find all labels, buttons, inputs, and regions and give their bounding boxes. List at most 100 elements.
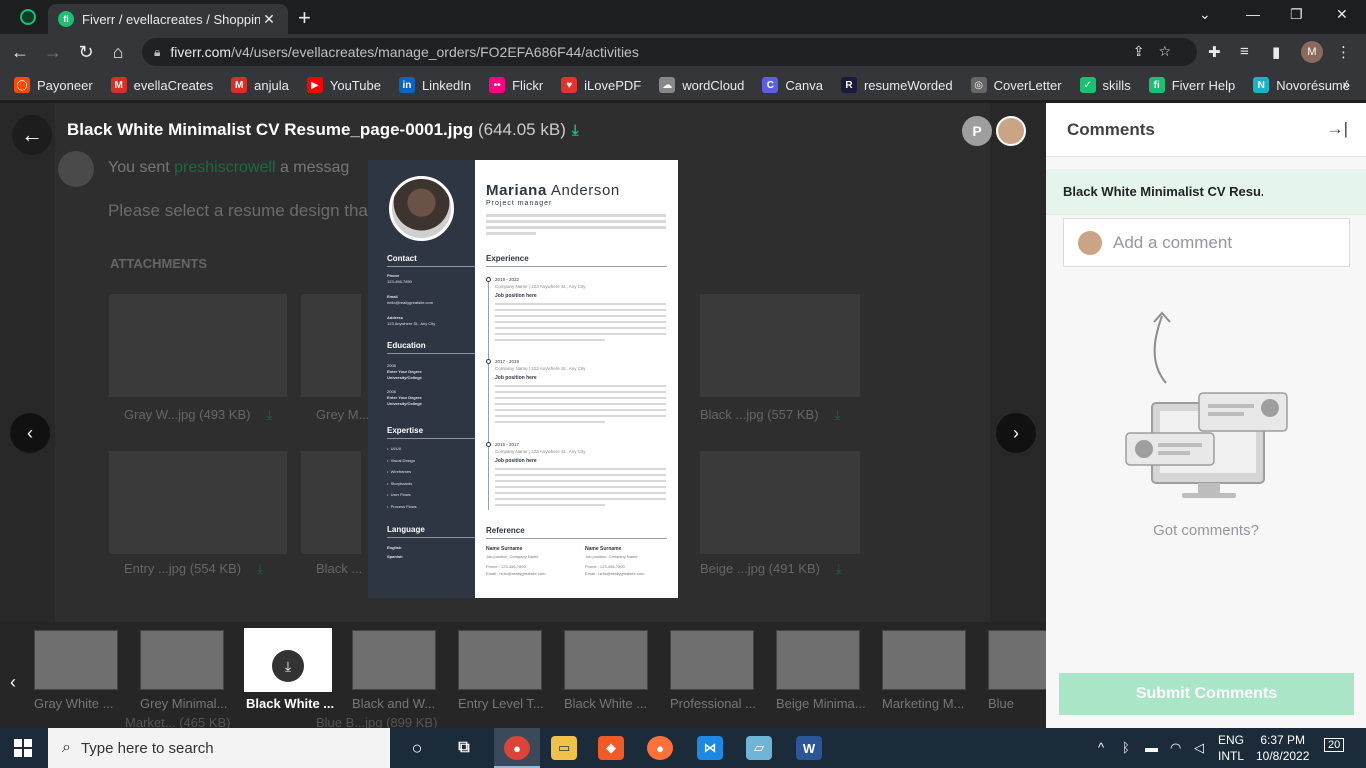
volume-icon[interactable]: ◁	[1194, 740, 1204, 756]
chrome-icon[interactable]: ●	[504, 736, 530, 760]
bookmark-item[interactable]: C Canva	[762, 77, 823, 93]
download-icon[interactable]: ⤓	[266, 407, 272, 422]
windows-start-icon[interactable]	[14, 739, 32, 757]
menu-kebab-icon[interactable]: ⋮	[1336, 43, 1351, 61]
thumbnail-label[interactable]: Gray White ...	[34, 696, 130, 711]
thumbnail-image[interactable]	[352, 630, 436, 690]
bookmark-item[interactable]: ▶ YouTube	[306, 77, 381, 93]
canva-icon: C	[762, 77, 779, 93]
bookmark-item[interactable]: ☁ wordCloud	[659, 77, 744, 93]
thumbnail-label[interactable]: Entry Level T...	[458, 696, 554, 711]
cortana-icon[interactable]: ○	[404, 736, 430, 760]
comments-file-tab[interactable]: Black White Minimalist CV Resu...	[1046, 169, 1366, 215]
download-icon[interactable]: ⤓	[572, 122, 579, 139]
resume-education-heading: Education	[387, 341, 426, 350]
resume-ref-phone: Phone : 123-456-7890	[486, 564, 526, 569]
share-icon[interactable]: ⇪	[1133, 43, 1159, 59]
attachment-card[interactable]	[109, 294, 287, 397]
message-recipient-link[interactable]: preshiscrowell	[174, 159, 275, 176]
taskbar-clock[interactable]: 6:37 PM 10/8/2022	[1256, 732, 1309, 764]
attachment-card[interactable]	[700, 294, 860, 397]
thumbnail-image[interactable]	[34, 630, 118, 690]
notifications-badge[interactable]: 20	[1324, 738, 1345, 752]
download-icon[interactable]: ⤓	[272, 650, 304, 682]
thumbnail-image[interactable]	[564, 630, 648, 690]
collapse-panel-icon[interactable]: →|	[1327, 119, 1348, 139]
firefox-icon[interactable]: ●	[647, 736, 673, 760]
next-attachment-button[interactable]: ›	[996, 413, 1036, 453]
download-icon[interactable]: ⤓	[836, 561, 842, 576]
submit-comments-button[interactable]: Submit Comments	[1059, 673, 1354, 715]
bookmark-item[interactable]: ✓ skills	[1079, 77, 1131, 93]
task-view-icon[interactable]: ⧉	[451, 736, 477, 760]
previous-attachment-button[interactable]: ‹	[10, 413, 50, 453]
thumbnail-label[interactable]: Marketing M...	[882, 696, 978, 711]
thumbnail-label[interactable]: Black White ...	[564, 696, 660, 711]
bookmark-item[interactable]: RresumeWorded	[840, 77, 953, 93]
lock-icon[interactable]: 🔒︎	[154, 45, 160, 60]
attachment-card[interactable]	[109, 451, 287, 554]
back-button[interactable]: ←	[10, 42, 30, 63]
taskbar-search-box[interactable]: ⌕ Type here to search	[48, 728, 390, 768]
thumbnail-image[interactable]	[776, 630, 860, 690]
side-panel-icon[interactable]: ▮	[1272, 43, 1280, 61]
tray-chevron-icon[interactable]: ^	[1098, 740, 1104, 755]
new-tab-button[interactable]: +	[298, 5, 311, 31]
address-bar[interactable]: 🔒︎ fiverr.com /v4/users/evellacreates/ma…	[142, 38, 1197, 66]
extension-leaf-icon[interactable]	[20, 9, 36, 25]
media-queue-icon[interactable]: ≡	[1240, 43, 1249, 60]
extensions-puzzle-icon[interactable]: ✚	[1208, 43, 1221, 61]
bookmark-item[interactable]: N Novorésumé	[1253, 77, 1350, 93]
thumbnail-label[interactable]: Professional ...	[670, 696, 766, 711]
thumbnail-label[interactable]: Black and W...	[352, 696, 448, 711]
attachment-card[interactable]	[301, 451, 361, 554]
thumbnail-image[interactable]	[458, 630, 542, 690]
bookmark-item[interactable]: in LinkedIn	[398, 77, 471, 93]
attachment-card[interactable]	[700, 451, 860, 554]
add-comment-input[interactable]	[1113, 232, 1333, 253]
thumbnail-label[interactable]: Black White ...	[246, 696, 342, 711]
file-explorer-icon[interactable]: ▭	[551, 736, 577, 760]
bookmark-label: evellaCreates	[133, 77, 214, 93]
thumbnail-label[interactable]: Beige Minima...	[776, 696, 872, 711]
thumbnail-image[interactable]	[140, 630, 224, 690]
word-icon[interactable]: W	[796, 736, 822, 760]
app-icon[interactable]: ▱	[746, 736, 772, 760]
vscode-icon[interactable]: ⋈	[697, 736, 723, 760]
maximize-button[interactable]: ❐	[1290, 6, 1303, 23]
download-icon[interactable]: ⤓	[257, 561, 263, 576]
bookmark-item[interactable]: ◎ CoverLetter	[970, 77, 1062, 93]
add-comment-box[interactable]	[1063, 218, 1350, 267]
home-button[interactable]: ⌂	[108, 42, 128, 63]
reload-button[interactable]: ↻	[76, 42, 96, 63]
bookmark-star-icon[interactable]: ☆	[1158, 43, 1185, 59]
bookmark-item[interactable]: Manjula	[231, 77, 289, 93]
wifi-icon[interactable]: ◠	[1170, 740, 1181, 756]
thumbnail-image[interactable]	[670, 630, 754, 690]
bookmark-item[interactable]: ◯ Payoneer	[14, 77, 93, 93]
browser-tab-active[interactable]: fi Fiverr / evellacreates / Shopping ✕	[48, 4, 288, 34]
tab-search-icon[interactable]: ⌄	[1199, 6, 1211, 23]
resume-text-block	[495, 385, 666, 387]
close-viewer-back-button[interactable]: ←	[12, 115, 52, 155]
download-icon[interactable]: ⤓	[835, 407, 841, 422]
thumbnail-image[interactable]: ⤓	[244, 628, 332, 692]
bookmark-item[interactable]: fi Fiverr Help	[1148, 77, 1235, 93]
thumbnail-image[interactable]	[882, 630, 966, 690]
profile-avatar[interactable]: M	[1301, 41, 1323, 63]
bookmarks-overflow-icon[interactable]: »	[1342, 76, 1350, 92]
bookmark-item[interactable]: •• Flickr	[489, 77, 543, 93]
attachment-card[interactable]	[301, 294, 361, 397]
bookmark-item[interactable]: MevellaCreates	[110, 77, 214, 93]
strip-prev-icon[interactable]: ‹	[10, 672, 16, 693]
close-tab-icon[interactable]: ✕	[260, 11, 278, 28]
battery-icon[interactable]: ▬	[1145, 740, 1158, 755]
bluetooth-icon[interactable]: ᛒ	[1122, 740, 1130, 755]
brave-icon[interactable]: ◆	[598, 736, 624, 760]
thumbnail-label[interactable]: Grey Minimal...	[140, 696, 236, 711]
forward-button[interactable]: →	[43, 42, 63, 63]
language-indicator[interactable]: ENG INTL	[1218, 732, 1244, 764]
bookmark-item[interactable]: ♥ iLovePDF	[561, 77, 641, 93]
close-window-button[interactable]: ✕	[1336, 6, 1348, 23]
minimize-button[interactable]: —	[1246, 6, 1260, 22]
